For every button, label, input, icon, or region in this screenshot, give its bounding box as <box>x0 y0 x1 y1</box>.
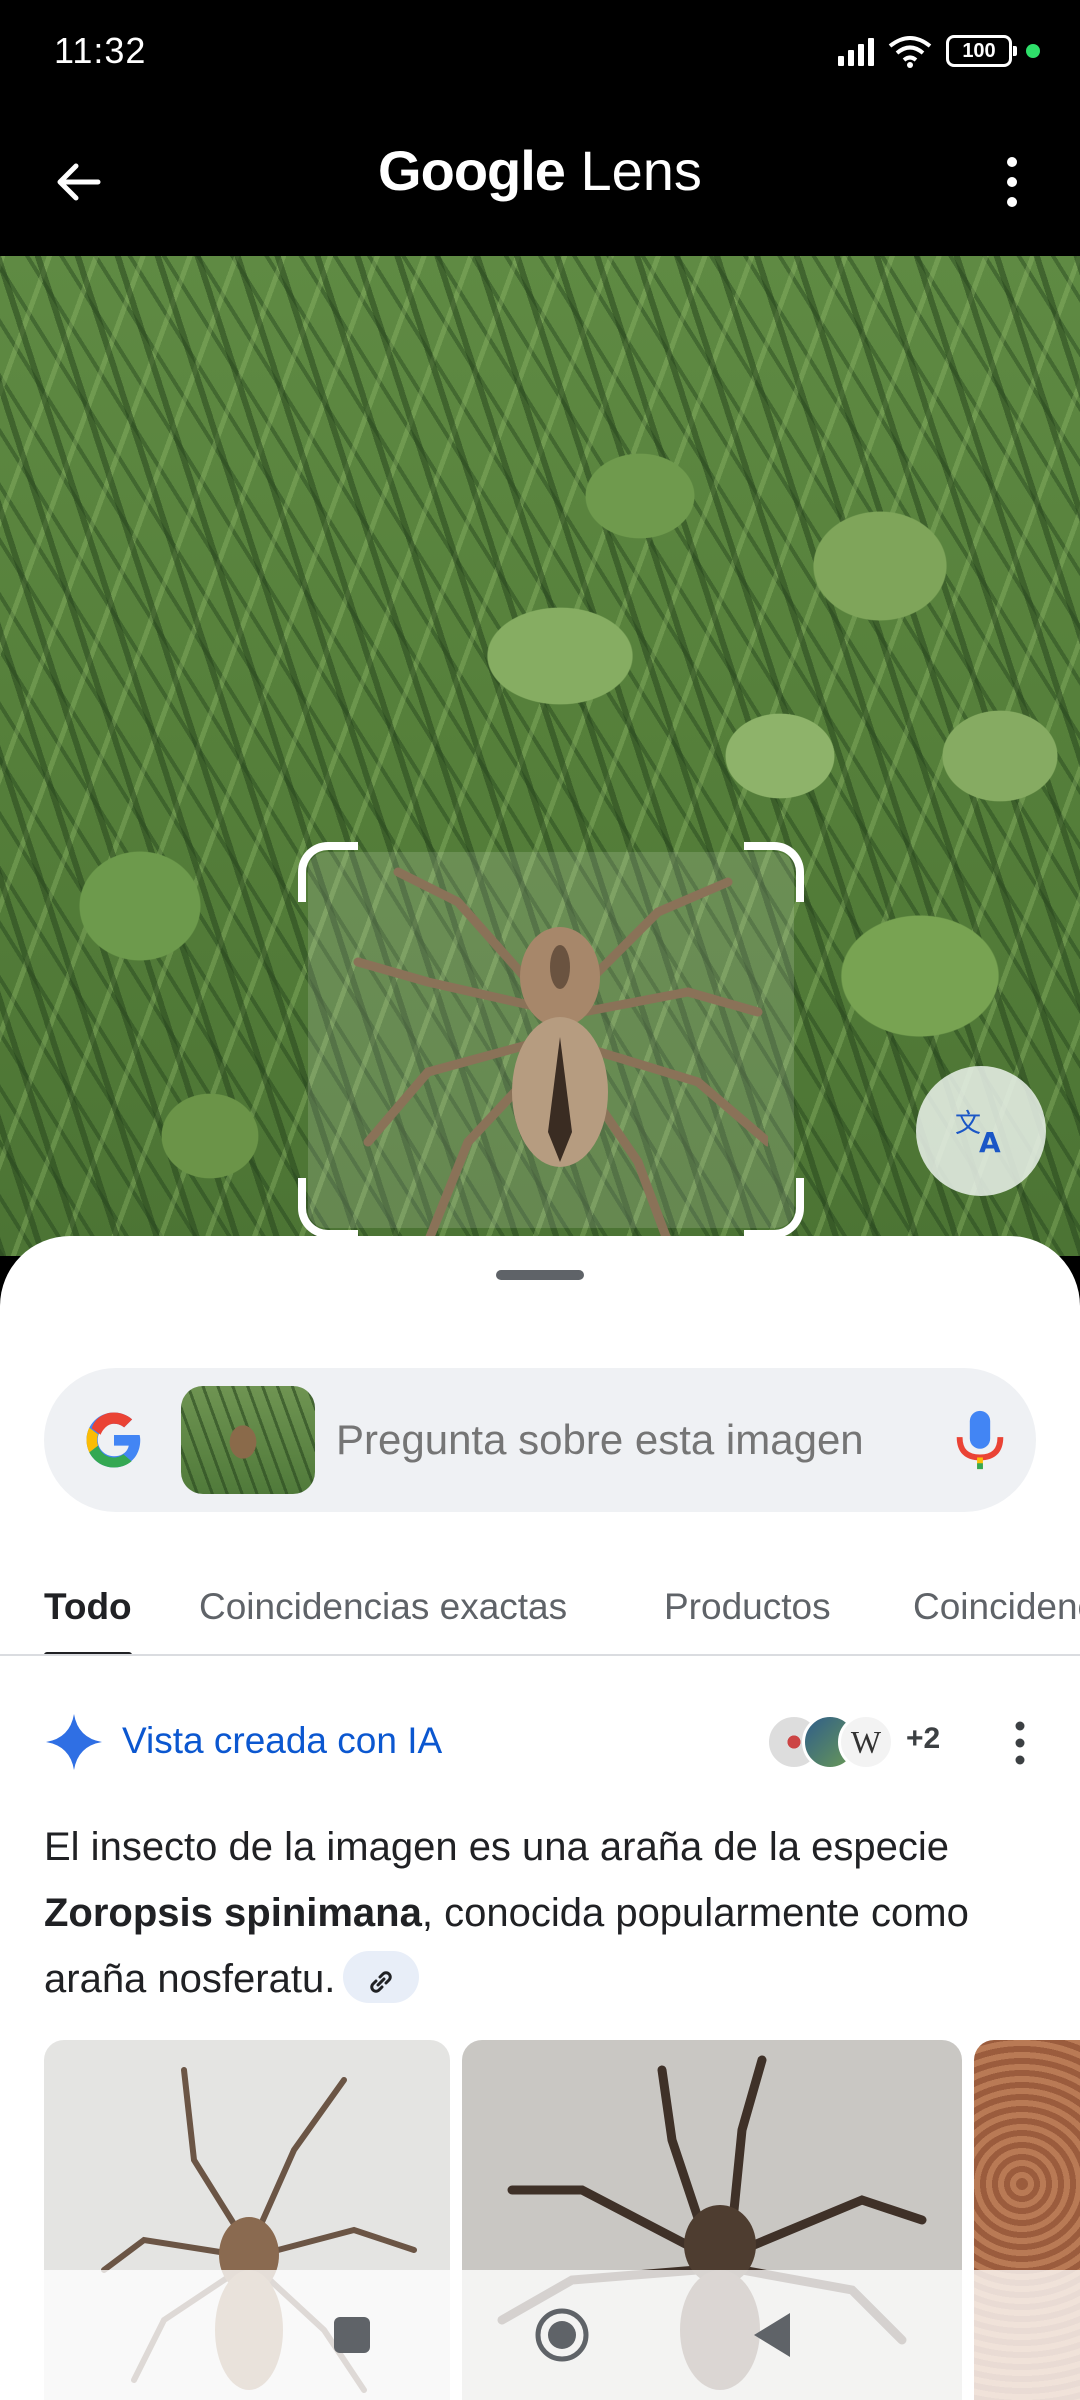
more-sources-count[interactable]: +2 <box>906 1722 940 1756</box>
tab-coincidencias[interactable]: Coincidencias <box>913 1586 1080 1628</box>
privacy-dot-icon <box>1026 44 1040 58</box>
recents-icon <box>334 2317 370 2353</box>
page-title: Google Lens <box>0 138 1080 203</box>
sheet-drag-handle[interactable] <box>496 1270 584 1280</box>
crop-selection-box[interactable] <box>298 842 804 1242</box>
search-input[interactable] <box>336 1412 936 1468</box>
signal-icon <box>838 36 874 66</box>
ai-overview-header: Vista creada con IA W +2 <box>44 1708 1044 1778</box>
source-link-chip[interactable] <box>343 1951 420 2004</box>
ai-overview-label: Vista creada con IA <box>122 1720 443 1761</box>
wikipedia-icon[interactable]: W <box>838 1714 894 1770</box>
tab-productos[interactable]: Productos <box>664 1586 831 1628</box>
status-time: 11:32 <box>54 30 147 71</box>
species-name: Zoropsis spinimana <box>44 1891 422 1935</box>
summary-prefix: El insecto de la imagen es una araña de … <box>44 1825 950 1869</box>
gemini-spark-icon <box>46 1714 102 1770</box>
home-icon <box>535 2308 589 2362</box>
result-tabs: Todo Coincidencias exactas Productos Coi… <box>0 1566 1080 1656</box>
battery-icon: 100 <box>946 35 1017 67</box>
source-avatars[interactable]: W <box>766 1714 896 1772</box>
system-nav-bar <box>44 2270 1080 2400</box>
battery-level: 100 <box>962 39 996 62</box>
crop-corner-bottom-left[interactable] <box>298 1178 358 1238</box>
svg-text:A: A <box>979 1126 1001 1156</box>
crop-corner-bottom-right[interactable] <box>744 1178 804 1238</box>
more-vert-icon[interactable] <box>1000 1718 1040 1768</box>
translate-button[interactable]: 文 A <box>916 1066 1046 1196</box>
more-vert-icon <box>1007 157 1017 207</box>
back-icon <box>754 2313 790 2357</box>
ai-overview-text: El insecto de la imagen es una araña de … <box>44 1814 1044 2012</box>
more-options-button[interactable] <box>974 144 1050 220</box>
title-brand: Google <box>378 139 566 202</box>
home-button[interactable] <box>527 2300 597 2370</box>
status-bar: 11:32 100 <box>0 0 1080 108</box>
tab-todo[interactable]: Todo <box>44 1586 132 1654</box>
lens-image[interactable]: 文 A <box>0 256 1080 1256</box>
query-image-thumbnail[interactable] <box>181 1386 315 1494</box>
title-product: Lens <box>580 139 702 202</box>
translate-icon: 文 A <box>955 1109 1001 1156</box>
google-g-icon <box>86 1412 141 1468</box>
mic-icon[interactable] <box>950 1408 1010 1472</box>
search-bar[interactable] <box>44 1368 1036 1512</box>
link-icon <box>370 1971 393 1994</box>
spider-image <box>353 867 768 1242</box>
recents-button[interactable] <box>317 2300 387 2370</box>
crop-corner-top-left[interactable] <box>298 842 358 902</box>
tab-coincidencias-exactas[interactable]: Coincidencias exactas <box>199 1586 567 1628</box>
nav-back-button[interactable] <box>737 2300 807 2370</box>
status-icons: 100 <box>838 34 1040 68</box>
results-sheet[interactable]: Todo Coincidencias exactas Productos Coi… <box>0 1236 1080 2400</box>
wifi-icon <box>888 36 932 68</box>
app-bar: Google Lens <box>0 108 1080 256</box>
svg-text:文: 文 <box>955 1109 981 1139</box>
crop-corner-top-right[interactable] <box>744 842 804 902</box>
